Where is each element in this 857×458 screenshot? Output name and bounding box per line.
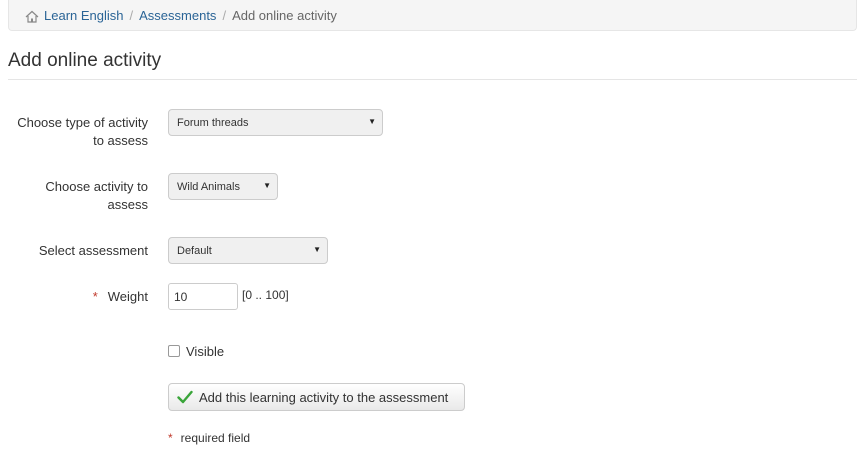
breadcrumb: Learn English / Assessments / Add online… <box>8 0 857 31</box>
weight-input[interactable] <box>168 283 238 310</box>
required-field-text: required field <box>180 431 251 445</box>
page-title: Add online activity <box>8 50 162 71</box>
dropdown-arrow-icon: ▼ <box>263 181 271 190</box>
activity-type-select[interactable]: Forum threads ▼ <box>168 109 383 136</box>
dropdown-arrow-icon: ▼ <box>368 117 376 126</box>
assessment-select[interactable]: Default ▼ <box>168 237 328 264</box>
title-divider <box>8 79 857 80</box>
required-mark: * <box>92 289 98 304</box>
home-icon[interactable] <box>25 10 39 23</box>
required-mark: * <box>168 431 173 445</box>
breadcrumb-separator: / <box>129 7 134 23</box>
assessment-label: Select assessment <box>38 243 148 258</box>
weight-range-hint: [0 .. 100] <box>242 288 289 302</box>
add-activity-button[interactable]: Add this learning activity to the assess… <box>168 383 465 411</box>
visible-label[interactable]: Visible <box>186 344 224 359</box>
breadcrumb-link-learn-english[interactable]: Learn English <box>44 8 124 23</box>
breadcrumb-current: Add online activity <box>232 7 337 23</box>
activity-value: Wild Animals <box>177 180 240 193</box>
required-field-note: * required field <box>168 431 250 445</box>
activity-type-label: Choose type of activity to assess <box>17 115 148 148</box>
checkmark-icon <box>177 390 193 404</box>
dropdown-arrow-icon: ▼ <box>313 245 321 254</box>
assessment-value: Default <box>177 244 212 257</box>
breadcrumb-separator: / <box>222 7 227 23</box>
activity-label: Choose activity to assess <box>45 179 148 212</box>
visible-checkbox[interactable] <box>168 345 180 357</box>
activity-select[interactable]: Wild Animals ▼ <box>168 173 278 200</box>
weight-label-row: * Weight <box>6 288 148 306</box>
add-activity-button-label: Add this learning activity to the assess… <box>199 389 449 405</box>
weight-label: Weight <box>107 289 148 304</box>
breadcrumb-link-assessments[interactable]: Assessments <box>139 8 216 23</box>
activity-type-value: Forum threads <box>177 116 249 129</box>
